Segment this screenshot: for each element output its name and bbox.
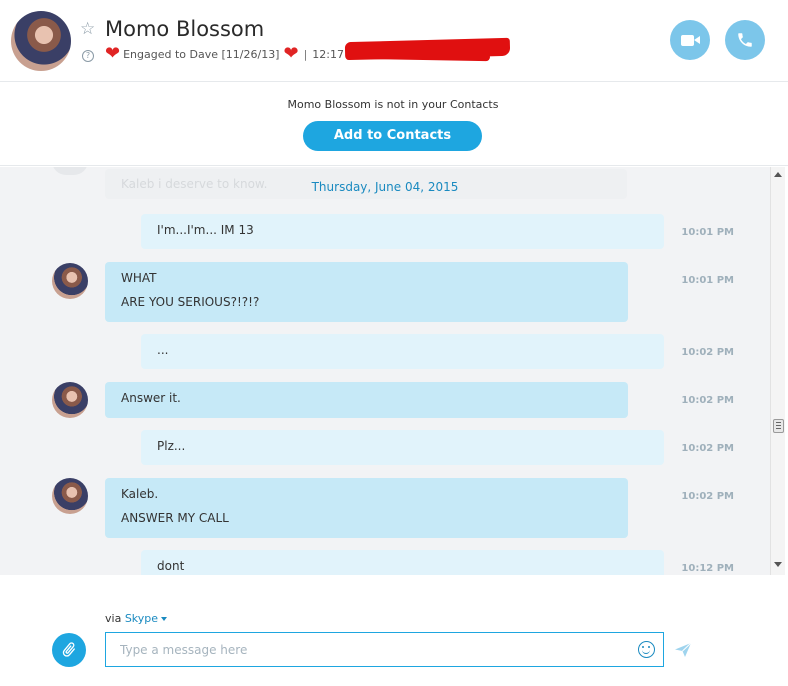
message-timestamp: 10:01 PM [681,275,734,286]
message-timestamp: 10:02 PM [681,491,734,502]
message-history[interactable]: Kaleb i deserve to know. Thursday, June … [0,167,770,575]
message-text: ANSWER MY CALL [121,511,229,525]
message-text: ... [157,343,169,357]
scrollbar-thumb[interactable] [773,419,784,433]
heart-icon: ❤ [105,43,121,64]
sender-avatar[interactable] [52,382,88,418]
send-icon[interactable] [674,642,692,658]
message-text: WHAT [121,271,157,285]
message-text: Plz... [157,439,186,453]
message-bubble-incoming[interactable]: Answer it. [105,382,628,418]
chat-scrollbar[interactable] [770,167,785,575]
message-bubble-incoming[interactable]: WHAT ARE YOU SERIOUS?!?!? [105,262,628,322]
help-icon[interactable]: ? [82,50,94,62]
faded-avatar [52,167,88,175]
scroll-down-arrow-icon[interactable] [774,562,782,567]
sender-avatar[interactable] [52,478,88,514]
phone-call-icon [738,33,752,47]
chevron-down-icon[interactable] [161,617,168,621]
message-composer: via Skype [0,576,788,686]
message-text: dont [157,559,185,573]
message-timestamp: 10:02 PM [681,443,734,454]
contact-name[interactable]: Momo Blossom [105,17,264,41]
conversation-header: ☆ Momo Blossom ? ❤ Engaged to Dave [11/2… [0,0,788,82]
contact-avatar[interactable] [11,11,71,71]
star-icon[interactable]: ☆ [80,21,95,38]
contact-request-bar: Momo Blossom is not in your Contacts Add… [0,83,788,166]
heart-icon: ❤ [283,43,299,64]
message-text: ARE YOU SERIOUS?!?!? [121,295,260,309]
service-name[interactable]: Skype [125,612,158,625]
message-bubble-incoming[interactable]: Kaleb. ANSWER MY CALL [105,478,628,538]
video-call-button[interactable] [670,20,710,60]
mood-message: ❤ Engaged to Dave [11/26/13] ❤ | 12:17 P [105,45,354,63]
message-bubble-outgoing[interactable]: dont [141,550,664,575]
message-bubble-outgoing[interactable]: ... [141,334,664,369]
video-call-icon-lens [694,36,700,44]
message-text: Kaleb. [121,487,159,501]
via-label: via [105,612,122,625]
message-text: I'm...I'm... IM 13 [157,223,254,237]
attach-file-button[interactable] [52,633,86,667]
message-text: Answer it. [121,391,181,405]
message-timestamp: 10:02 PM [681,395,734,406]
message-input-box[interactable] [105,632,664,667]
message-input[interactable] [120,641,620,659]
via-service-selector[interactable]: via Skype [105,612,168,625]
add-to-contacts-button[interactable]: Add to Contacts [303,121,482,151]
not-in-contacts-notice: Momo Blossom is not in your Contacts [287,98,499,111]
date-separator: Thursday, June 04, 2015 [311,180,459,194]
message-bubble-outgoing[interactable]: I'm...I'm... IM 13 [141,214,664,249]
sender-avatar[interactable] [52,263,88,299]
message-timestamp: 10:02 PM [681,347,734,358]
message-bubble-outgoing[interactable]: Plz... [141,430,664,465]
redaction-mark [359,50,491,62]
paperclip-icon [62,642,75,657]
mood-separator: | [303,47,308,61]
mood-text: Engaged to Dave [11/26/13] [123,47,280,61]
audio-call-button[interactable] [725,20,765,60]
scroll-up-arrow-icon[interactable] [774,172,782,177]
video-call-icon [681,35,694,46]
message-timestamp: 10:01 PM [681,227,734,238]
emoticon-icon[interactable] [638,641,655,658]
message-timestamp: 10:12 PM [681,563,734,574]
